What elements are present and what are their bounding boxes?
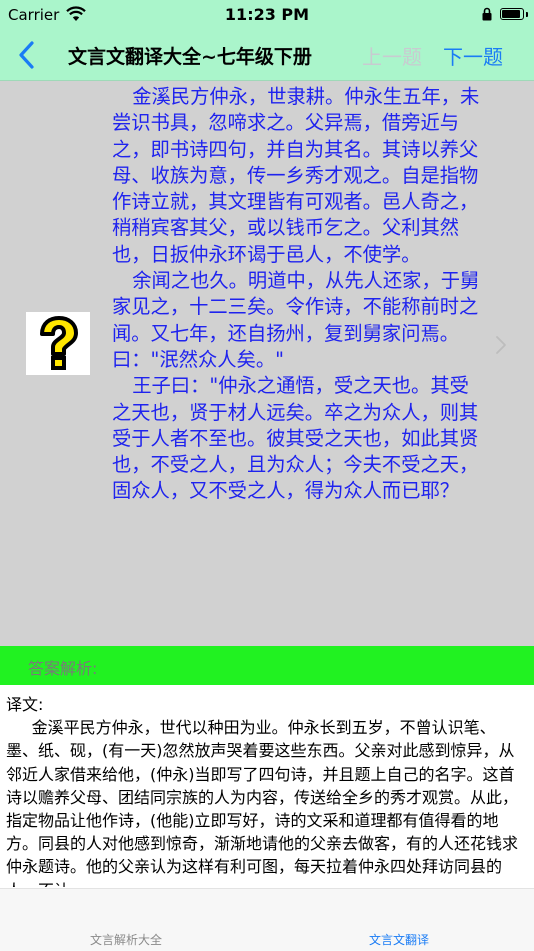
nav-bar: 文言文翻译大全~七年级下册 上一题 下一题 <box>0 30 534 81</box>
battery-level <box>502 10 521 18</box>
translation-text: 金溪平民方仲永，世代以种田为业。仲永长到五岁，不曾认识笔、墨、纸、砚，(有一天)… <box>6 718 519 887</box>
question-paragraph: 余闻之也久。明道中，从先人还家，于舅家见之，十二三矣。令作诗，不能称前时之闻。又… <box>112 269 480 371</box>
clock: 11:23 PM <box>224 5 310 24</box>
tab-classical-analysis[interactable]: 文言解析大全 <box>90 931 162 948</box>
status-bar: Carrier 11:23 PM <box>0 0 534 30</box>
question-paragraph: 金溪民方仲永，世隶耕。仲永生五年，未尝识书具，忽啼求之。父异焉，借旁近与之，即书… <box>112 85 480 266</box>
tab-classical-translation[interactable]: 文言文翻译 <box>369 931 429 948</box>
tab-bar <box>0 888 534 951</box>
answer-header: 答案解析: <box>28 659 98 678</box>
chevron-right-icon[interactable] <box>494 335 508 355</box>
answer-text: 译文: 金溪平民方仲永，世代以种田为业。仲永长到五岁，不曾认识笔、墨、纸、砚，(… <box>6 693 524 887</box>
battery-icon <box>500 8 528 20</box>
next-question-button[interactable]: 下一题 <box>443 41 503 70</box>
previous-question-button[interactable]: 上一题 <box>362 41 422 70</box>
back-button[interactable] <box>12 38 42 72</box>
question-text: 金溪民方仲永，世隶耕。仲永生五年，未尝识书具，忽啼求之。父异焉，借旁近与之，即书… <box>112 84 484 505</box>
question-paragraph: 王子曰："仲永之通悟，受之天也。其受之天也，贤于材人远矣。卒之为众人，则其受于人… <box>112 374 479 503</box>
translation-label: 译文: <box>6 695 44 714</box>
orientation-lock-icon <box>482 7 492 21</box>
page-title: 文言文翻译大全~七年级下册 <box>68 46 312 68</box>
question-mark-icon[interactable] <box>26 312 90 375</box>
